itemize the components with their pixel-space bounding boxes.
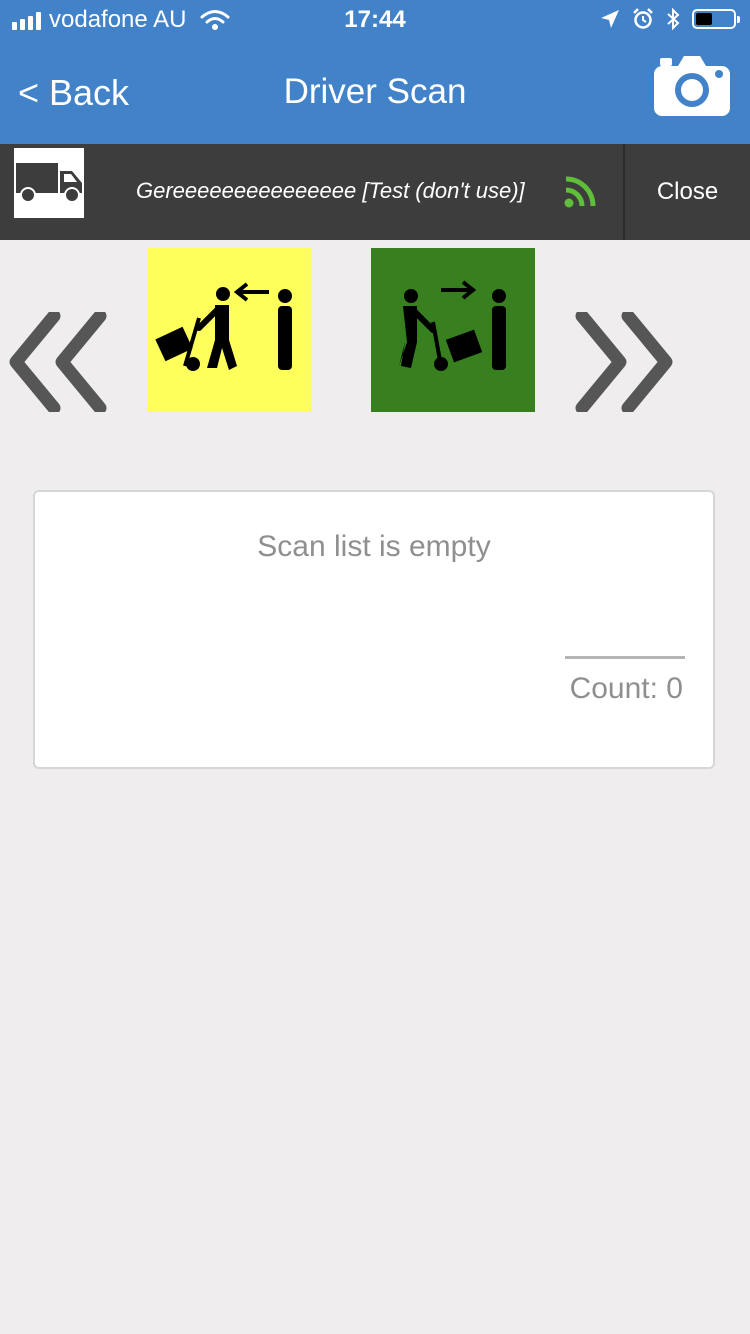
count-divider [565,656,685,659]
navigation-bar: < Back Driver Scan [0,40,750,144]
battery-icon [692,9,740,29]
vehicle-badge [14,148,84,218]
next-mode-chevron-icon[interactable] [574,312,674,412]
truck-icon [16,163,82,203]
previous-mode-chevron-icon[interactable] [8,312,108,412]
alarm-icon [633,8,653,29]
deliver-mode-button[interactable] [371,248,535,412]
top-bar: vodafone AU 17:44 < Back Driver Scan [0,0,750,144]
scan-list-card: Scan list is empty Count: 0 [33,490,715,769]
connection-signal-icon [564,176,596,208]
location-arrow-icon [601,10,619,28]
driver-bar: Gereeeeeeeeeeeeeee [Test (don't use)] Cl… [0,144,750,240]
deliver-goods-icon [399,280,506,371]
close-button[interactable]: Close [625,144,750,240]
scan-list-empty-message: Scan list is empty [257,530,491,563]
receive-mode-button[interactable] [147,248,311,412]
page-title: Driver Scan [283,72,467,111]
bluetooth-icon [667,8,680,30]
driver-name: Gereeeeeeeeeeeeeee [Test (don't use)] [136,178,525,203]
receive-goods-icon [155,282,292,371]
camera-icon[interactable] [654,54,730,116]
status-bar: vodafone AU 17:44 [0,0,750,40]
scan-count: Count: 0 [569,672,683,705]
